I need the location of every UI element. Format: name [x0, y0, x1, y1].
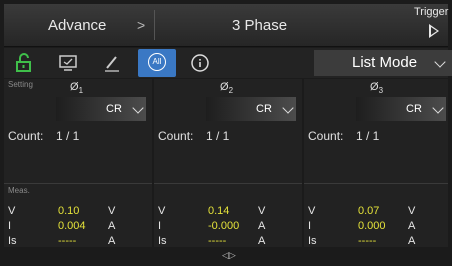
phase-2-panel: Ø2 CR Count: 1 / 1 V 0.14 V I -0.000 A I…	[154, 79, 302, 247]
phase-mode-title: 3 Phase	[232, 17, 288, 34]
phase-1-current-row: I 0.004 A	[8, 220, 116, 232]
chevron-down-icon	[434, 56, 446, 68]
list-mode-dropdown[interactable]: List Mode	[314, 50, 452, 76]
phase-1-count-label: Count:	[8, 129, 44, 143]
phase-2-count-label: Count:	[158, 129, 194, 143]
phase-2-current-row: I -0.000 A	[158, 220, 266, 232]
advance-button[interactable]: Advance	[48, 17, 106, 34]
phase-3-title: Ø3	[370, 81, 384, 96]
phase-3-voltage-row: V 0.07 V	[308, 205, 416, 217]
all-phases-button[interactable]: All	[138, 49, 176, 77]
phase-2-is-row: Is ----- A	[158, 235, 266, 247]
phase-1-count-value: 1 / 1	[56, 129, 80, 143]
instrument-screen: Advance > 3 Phase Trigger All List Mode …	[0, 0, 452, 266]
divider	[154, 183, 302, 184]
expand-arrows-icon[interactable]: ◁▷	[222, 250, 236, 261]
phase-1-panel: Setting Ø1 CR Count: 1 / 1 Meas. V 0.10 …	[4, 79, 152, 247]
phase-3-count-value: 1 / 1	[356, 129, 380, 143]
phase-2-voltage-row: V 0.14 V	[158, 205, 266, 217]
chevron-down-icon	[432, 102, 444, 114]
phase-3-mode-dropdown[interactable]: CR	[356, 97, 446, 121]
chevron-right-icon[interactable]: >	[137, 17, 145, 33]
phase-3-count-label: Count:	[308, 129, 344, 143]
phase-3-panel: Ø3 CR Count: 1 / 1 V 0.07 V I 0.000 A Is…	[304, 79, 448, 247]
trigger-label[interactable]: Trigger	[414, 6, 448, 18]
divider	[304, 183, 448, 184]
divider	[4, 183, 152, 184]
header-bar: Advance > 3 Phase Trigger	[4, 4, 448, 47]
phase-2-mode-dropdown[interactable]: CR	[206, 97, 296, 121]
phase-1-mode-value: CR	[106, 103, 122, 115]
phase-3-is-row: Is ----- A	[308, 235, 416, 247]
meas-label: Meas.	[8, 186, 30, 195]
phase-3-mode-value: CR	[406, 103, 422, 115]
monitor-icon[interactable]	[56, 51, 80, 75]
phase-3-current-row: I 0.000 A	[308, 220, 416, 232]
info-icon[interactable]	[188, 51, 212, 75]
list-mode-label: List Mode	[352, 54, 418, 71]
play-icon[interactable]	[429, 24, 439, 38]
pen-icon[interactable]	[100, 51, 124, 75]
phase-1-mode-dropdown[interactable]: CR	[56, 97, 146, 121]
phase-2-count-value: 1 / 1	[206, 129, 230, 143]
phase-2-title: Ø2	[220, 81, 234, 96]
all-icon: All	[148, 53, 166, 71]
chevron-down-icon	[282, 102, 294, 114]
phase-1-voltage-row: V 0.10 V	[8, 205, 116, 217]
chevron-down-icon	[132, 102, 144, 114]
bottom-bar: ◁▷	[4, 250, 448, 262]
unlock-icon[interactable]	[12, 51, 36, 75]
phase-2-mode-value: CR	[256, 103, 272, 115]
header-divider	[154, 10, 155, 40]
toolbar: All List Mode	[4, 48, 452, 78]
setting-label: Setting	[8, 80, 33, 89]
phase-1-is-row: Is ----- A	[8, 235, 116, 247]
phase-1-title: Ø1	[70, 81, 84, 96]
